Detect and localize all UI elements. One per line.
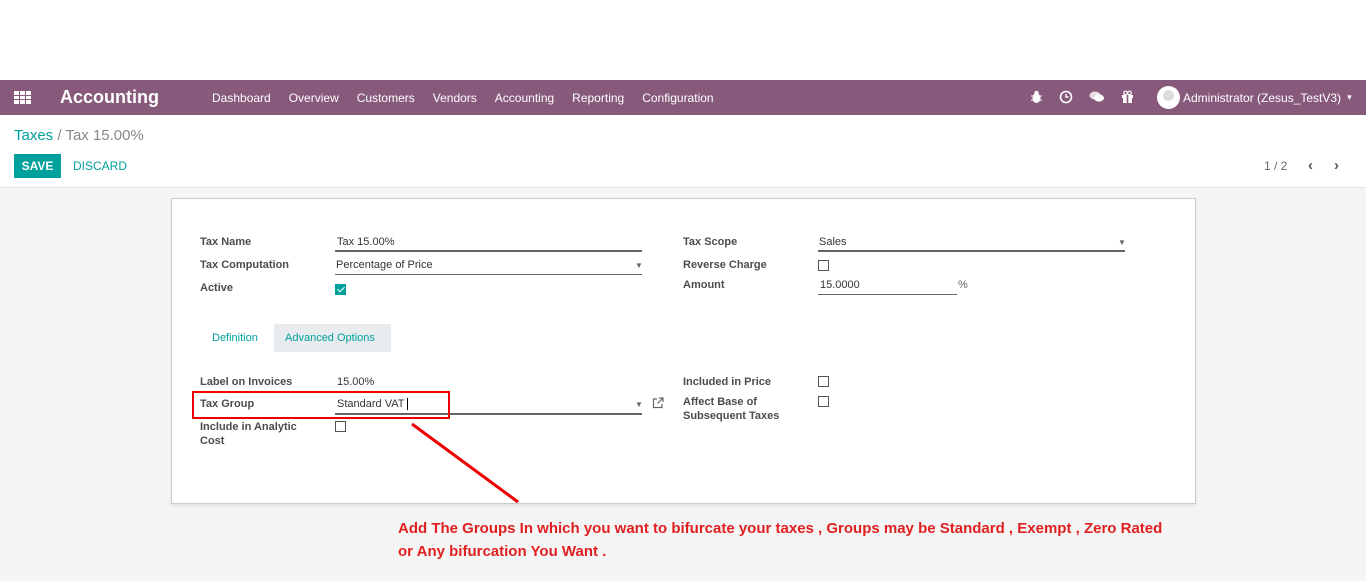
annotation-text: Add The Groups In which you want to bifu… bbox=[398, 520, 1163, 560]
annotation-arrow bbox=[411, 422, 519, 504]
